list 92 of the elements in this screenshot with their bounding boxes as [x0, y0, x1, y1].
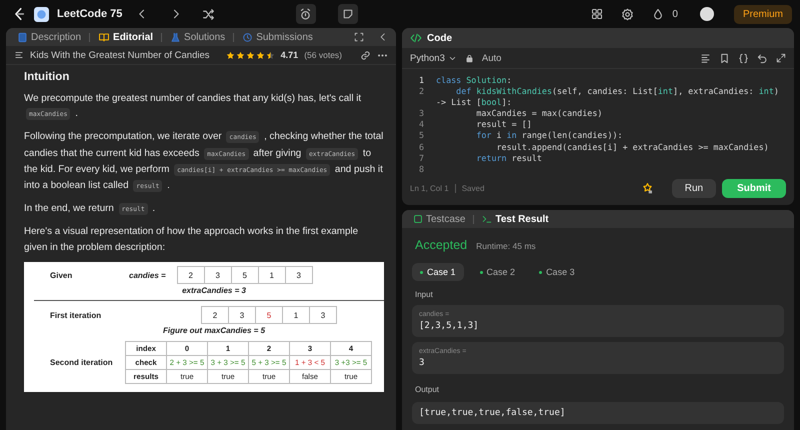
line-number: 3 [418, 108, 424, 120]
line-number: 7 [418, 152, 424, 164]
code-line: def kidsWithCandies(self, candies: List[int], extraCandies: int) -> List [bool]: [436, 86, 780, 108]
panel-title: Code [427, 32, 452, 44]
array-cell: 3 [309, 306, 337, 324]
star-icon [256, 50, 265, 60]
link-icon [360, 50, 371, 60]
undo-icon [757, 52, 768, 64]
settings-icon [621, 8, 634, 20]
drop-icon [652, 8, 664, 20]
code-line: for i in range(len(candies)): [475, 130, 624, 142]
premium-button[interactable]: Premium [734, 4, 792, 24]
study-plan-icon [34, 6, 49, 22]
code-icon [410, 32, 422, 44]
field-value: [2,3,5,1,3] [419, 321, 480, 331]
diagram-note: extraCandies = 3 [181, 286, 247, 295]
book-icon [98, 32, 110, 42]
expand-icon [776, 53, 786, 63]
line-number: 2 [418, 86, 424, 98]
alarm-clock-icon [299, 8, 312, 20]
code-line: result = [] [475, 119, 533, 130]
case-tab[interactable]: Case 2 [472, 263, 524, 281]
debug-icon [640, 182, 654, 194]
panel-tab[interactable]: Submissions [239, 32, 316, 42]
language-dropdown[interactable]: Python3 [410, 52, 457, 64]
braces-icon [738, 52, 749, 64]
panel-tab[interactable]: Description [14, 32, 84, 42]
problem-title: Kids With the Greatest Number of Candies [30, 50, 210, 60]
note-icon [342, 8, 354, 20]
line-number: 6 [418, 142, 424, 153]
panel-tab[interactable]: Test Result [479, 214, 552, 224]
lock-icon [464, 54, 474, 62]
code-line: return result [475, 152, 543, 164]
streak-count: 0 [672, 8, 678, 20]
panel-tab[interactable]: Testcase [410, 214, 468, 224]
field-value: 3 [419, 358, 426, 368]
bookmark-icon [719, 52, 730, 64]
array-cell: 3 [284, 266, 313, 284]
format-icon [700, 52, 711, 64]
vote-count: (56 votes) [304, 50, 342, 60]
rating: 4.71 [280, 50, 298, 60]
list-icon [14, 50, 24, 60]
star-icon [266, 50, 275, 60]
array-cell: 5 [230, 266, 259, 284]
diagram-label: Second iteration [49, 358, 114, 367]
code-line: maxCandies = max(candies) [475, 108, 604, 120]
code-line: result.append(candies[i] + extraCandies >= maxCandies) [496, 142, 770, 153]
section-label: Output [415, 385, 440, 394]
terminal-icon [482, 214, 492, 224]
clock-icon [242, 32, 254, 42]
case-tab[interactable]: Case 3 [531, 263, 583, 281]
diagram-note: Figure out maxCandies = 5 [162, 326, 266, 335]
panel-tab[interactable]: Editorial [95, 32, 156, 42]
diagram-label: First iteration [49, 310, 102, 320]
array-cell: 1 [258, 266, 286, 284]
document-icon [17, 32, 28, 42]
mode-label: Auto [482, 52, 502, 64]
star-icon [246, 50, 255, 60]
line-number: 8 [418, 164, 424, 175]
array-label: candies = [129, 270, 166, 280]
panel-tab[interactable]: Solutions [167, 32, 228, 42]
section-heading: Intuition [24, 71, 70, 83]
runtime: Runtime: 45 ms [476, 241, 536, 251]
save-status: Saved [462, 184, 484, 192]
diagram-label: Given [49, 270, 74, 280]
array-cell: 2 [176, 266, 205, 284]
avatar[interactable] [700, 7, 714, 21]
star-icon [226, 50, 235, 60]
line-number: 1 [418, 75, 424, 86]
shuffle-icon [202, 8, 216, 20]
array-cell: 3 [204, 266, 232, 284]
line-number: 5 [418, 130, 424, 142]
case-tab[interactable]: Case 1 [412, 263, 464, 281]
array-cell: 5 [255, 306, 283, 324]
array-cell: 3 [228, 306, 256, 324]
field-value: [true,true,true,false,true] [419, 408, 566, 418]
flask-icon [170, 32, 182, 42]
study-plan-title[interactable]: LeetCode 75 [57, 8, 122, 20]
run-button[interactable]: Run [672, 178, 716, 198]
paragraph: Here's a visual representation of how the approach works in the first example given in the problem description: [24, 225, 360, 255]
logo-icon [12, 7, 26, 21]
fullscreen-icon [354, 32, 364, 42]
star-icon [236, 50, 245, 60]
array-cell: 2 [201, 306, 229, 324]
line-number: 4 [418, 119, 424, 130]
grid-icon [591, 8, 604, 20]
cursor-position: Ln 1, Col 1 [410, 184, 449, 192]
section-label: Input [415, 290, 434, 299]
result-status: Accepted [415, 238, 468, 252]
array-cell: 1 [282, 306, 310, 324]
code-line: class Solution: [436, 75, 513, 86]
checkbox-icon [413, 214, 423, 224]
